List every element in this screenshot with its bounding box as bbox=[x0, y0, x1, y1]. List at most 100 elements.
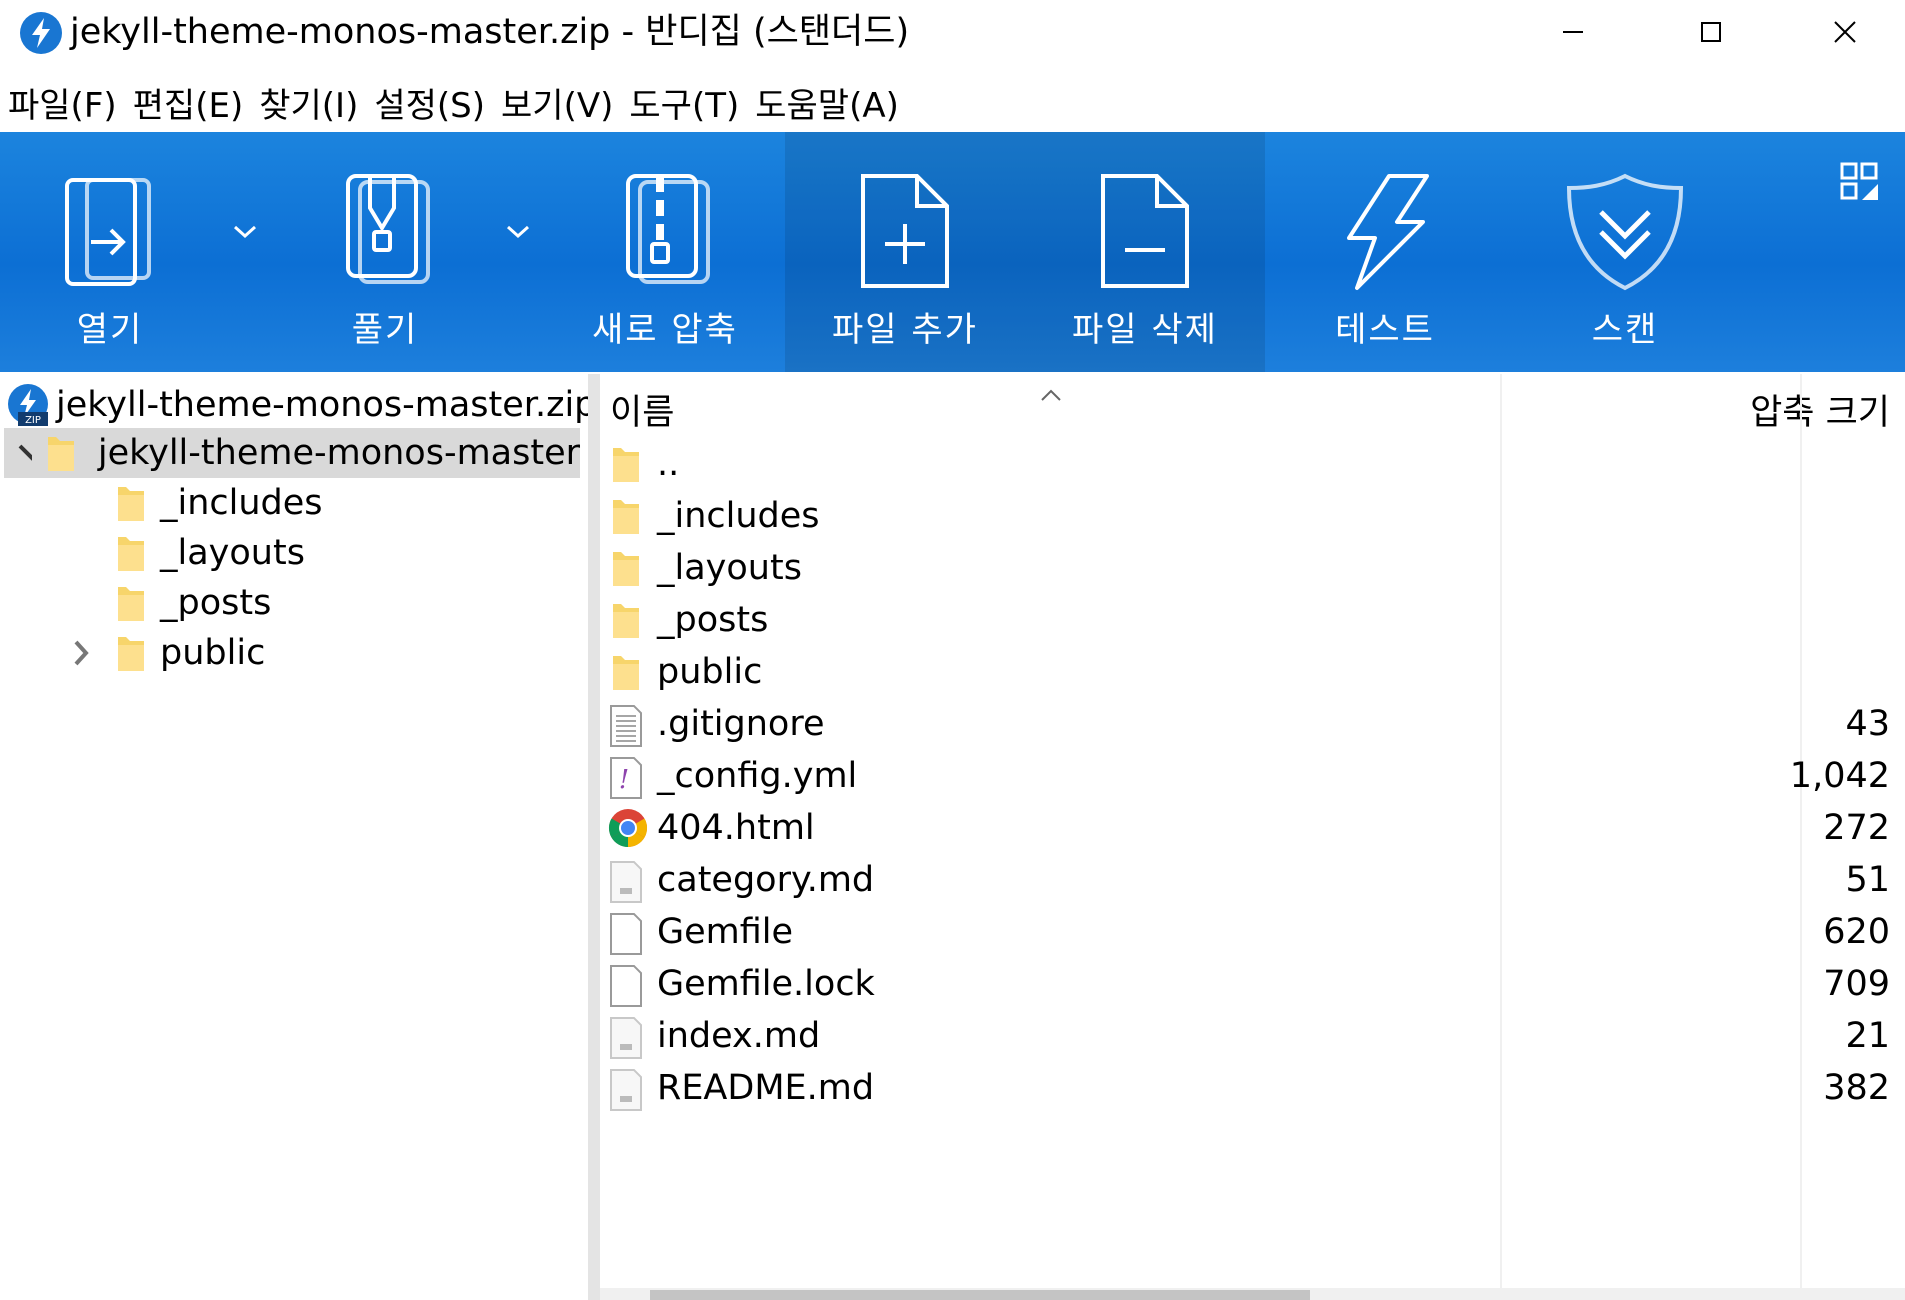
menu-file[interactable]: 파일(F) bbox=[0, 78, 125, 127]
file-name: .gitignore bbox=[657, 704, 825, 744]
file-row[interactable]: Gemfile.lock 709 bbox=[600, 960, 1905, 1012]
tree-item-includes[interactable]: _includes bbox=[116, 478, 323, 528]
menu-view[interactable]: 보기(V) bbox=[493, 78, 621, 127]
file-row[interactable]: public bbox=[600, 648, 1905, 700]
open-dropdown-chevron-icon[interactable] bbox=[225, 212, 265, 252]
add-files-button[interactable]: 파일 추가 bbox=[785, 132, 1025, 372]
tree-item-posts[interactable]: _posts bbox=[116, 578, 271, 628]
layout-grid-icon[interactable] bbox=[1840, 162, 1880, 206]
file-name: index.md bbox=[657, 1016, 821, 1056]
chevron-right-icon[interactable] bbox=[66, 638, 96, 668]
file-name: _posts bbox=[657, 600, 769, 640]
file-name: _includes bbox=[657, 496, 820, 536]
file-size: 709 bbox=[1823, 964, 1890, 1004]
scan-button[interactable]: 스캔 bbox=[1505, 132, 1745, 372]
test-button[interactable]: 테스트 bbox=[1265, 132, 1505, 372]
scrollbar-thumb[interactable] bbox=[650, 1290, 1310, 1300]
file-size: 272 bbox=[1823, 808, 1890, 848]
md-file-icon bbox=[608, 1016, 648, 1060]
add-files-label: 파일 추가 bbox=[832, 310, 978, 350]
minimize-button[interactable] bbox=[1504, 0, 1642, 64]
menu-settings[interactable]: 설정(S) bbox=[366, 78, 493, 127]
delete-file-icon bbox=[1085, 172, 1205, 292]
tree-archive-node[interactable]: ZIP jekyll-theme-monos-master.zip bbox=[6, 380, 596, 430]
folder-tree: ZIP jekyll-theme-monos-master.zip jekyll… bbox=[0, 374, 596, 1300]
tree-item-label: _posts bbox=[160, 583, 272, 623]
extract-button[interactable]: 풀기 bbox=[305, 132, 465, 372]
title-bar: jekyll-theme-monos-master.zip - 반디집 (스탠더… bbox=[0, 0, 1905, 64]
horizontal-scrollbar[interactable] bbox=[600, 1288, 1905, 1300]
maximize-button[interactable] bbox=[1642, 0, 1780, 64]
tree-item-public[interactable]: public bbox=[66, 628, 265, 678]
bandizip-app-icon bbox=[20, 12, 62, 54]
folder-icon bbox=[116, 533, 146, 573]
file-size: 51 bbox=[1845, 860, 1890, 900]
file-size: 620 bbox=[1823, 912, 1890, 952]
list-header: 이름 압축 크기 bbox=[600, 374, 1905, 442]
tree-root-node[interactable]: jekyll-theme-monos-master bbox=[4, 428, 580, 478]
extract-zipper-icon bbox=[325, 172, 445, 292]
folder-icon bbox=[608, 496, 648, 540]
tree-item-layouts[interactable]: _layouts bbox=[116, 528, 305, 578]
file-name: README.md bbox=[657, 1068, 875, 1108]
file-row[interactable]: _layouts bbox=[600, 544, 1905, 596]
text-file-icon bbox=[608, 704, 648, 748]
column-header-size[interactable]: 압축 크기 bbox=[1500, 384, 1890, 435]
file-name: Gemfile bbox=[657, 912, 794, 952]
md-file-icon bbox=[608, 860, 648, 904]
shield-icon bbox=[1565, 172, 1685, 292]
file-name: _config.yml bbox=[657, 756, 858, 796]
file-row[interactable]: .. bbox=[600, 440, 1905, 492]
sort-ascending-icon bbox=[1041, 389, 1061, 401]
file-row[interactable]: .gitignore 43 bbox=[600, 700, 1905, 752]
tree-archive-label: jekyll-theme-monos-master.zip bbox=[56, 385, 597, 425]
close-button[interactable] bbox=[1776, 0, 1905, 64]
extract-dropdown-chevron-icon[interactable] bbox=[498, 212, 538, 252]
menu-help[interactable]: 도움말(A) bbox=[747, 78, 907, 127]
pane-splitter[interactable] bbox=[588, 374, 600, 1300]
svg-text:ZIP: ZIP bbox=[25, 415, 41, 426]
file-name: category.md bbox=[657, 860, 875, 900]
extract-label: 풀기 bbox=[351, 310, 419, 350]
tree-item-label: public bbox=[160, 633, 266, 673]
tree-root-label: jekyll-theme-monos-master bbox=[97, 433, 580, 473]
file-size: 21 bbox=[1845, 1016, 1890, 1056]
file-row[interactable]: category.md 51 bbox=[600, 856, 1905, 908]
file-name: 404.html bbox=[657, 808, 815, 848]
folder-icon bbox=[608, 652, 648, 696]
file-row[interactable]: ! _config.yml 1,042 bbox=[600, 752, 1905, 804]
file-row[interactable]: _includes bbox=[600, 492, 1905, 544]
file-row[interactable]: README.md 382 bbox=[600, 1064, 1905, 1116]
folder-icon bbox=[608, 600, 648, 644]
column-header-name[interactable]: 이름 bbox=[610, 384, 674, 435]
menu-find[interactable]: 찾기(I) bbox=[251, 78, 366, 127]
menu-tools[interactable]: 도구(T) bbox=[621, 78, 747, 127]
tree-item-label: _includes bbox=[160, 483, 323, 523]
file-name: public bbox=[657, 652, 763, 692]
yml-file-icon: ! bbox=[608, 756, 648, 800]
lightning-bolt-icon bbox=[1325, 172, 1445, 292]
blank-file-icon bbox=[608, 912, 648, 956]
chevron-down-icon[interactable] bbox=[14, 438, 32, 468]
folder-icon bbox=[116, 483, 146, 523]
scan-label: 스캔 bbox=[1591, 310, 1659, 350]
zip-archive-icon: ZIP bbox=[8, 384, 48, 426]
new-archive-icon bbox=[605, 172, 725, 292]
delete-files-button[interactable]: 파일 삭제 bbox=[1025, 132, 1265, 372]
file-list: 이름 압축 크기 .. _includes _layouts _postspublic… bbox=[600, 374, 1905, 1300]
new-archive-label: 새로 압축 bbox=[592, 310, 738, 350]
file-size: 43 bbox=[1845, 704, 1890, 744]
folder-icon bbox=[608, 444, 648, 488]
new-archive-button[interactable]: 새로 압축 bbox=[585, 132, 745, 372]
file-row[interactable]: Gemfile 620 bbox=[600, 908, 1905, 960]
folder-icon bbox=[608, 548, 648, 592]
menu-edit[interactable]: 편집(E) bbox=[125, 78, 252, 127]
file-row[interactable]: _posts bbox=[600, 596, 1905, 648]
open-button[interactable]: 열기 bbox=[30, 132, 190, 372]
delete-files-label: 파일 삭제 bbox=[1072, 310, 1218, 350]
file-row[interactable]: 404.html 272 bbox=[600, 804, 1905, 856]
open-label: 열기 bbox=[76, 310, 144, 350]
file-row[interactable]: index.md 21 bbox=[600, 1012, 1905, 1064]
folder-icon bbox=[46, 433, 76, 473]
md-file-icon bbox=[608, 1068, 648, 1112]
